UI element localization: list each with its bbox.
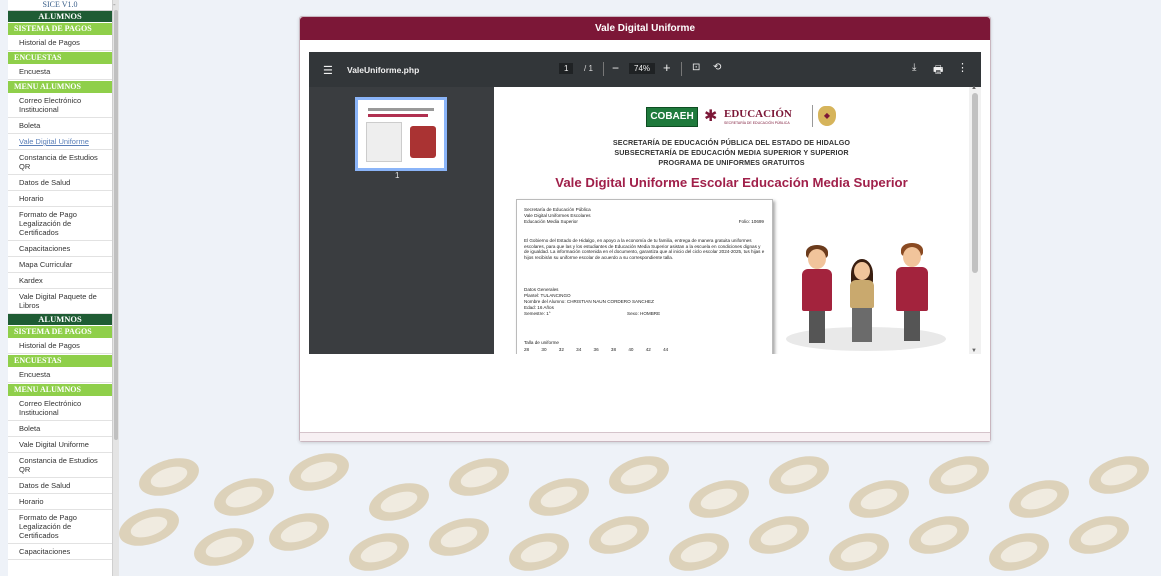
hidalgo-seal-icon: ◆ [818, 106, 836, 126]
voucher-line-3: Educación Media Superior [524, 219, 578, 224]
voucher-line-1: Secretaría de Educación Pública [524, 207, 591, 212]
sidebar-item-salud[interactable]: Datos de Salud [8, 175, 112, 191]
sidebar-item-vale-uniforme-2[interactable]: Vale Digital Uniforme [8, 437, 112, 453]
zoom-input[interactable]: 74% [629, 63, 656, 74]
scroll-up-icon[interactable]: ▲ [971, 85, 977, 91]
educacion-logo-subtext: SECRETARÍA DE EDUCACIÓN PÚBLICA [724, 121, 790, 125]
sidebar-section-encuestas[interactable]: ENCUESTAS [8, 51, 112, 64]
vale-panel: Vale Digital Uniforme ☰ ValeUniforme.php… [299, 16, 991, 442]
panel-footer [300, 432, 990, 441]
sidebar-section-menu-alumnos[interactable]: MENU ALUMNOS [8, 80, 112, 93]
sidebar-section-encuestas-2[interactable]: ENCUESTAS [8, 354, 112, 367]
voucher-talla-label: Talla de uniforme [524, 340, 559, 345]
doc-header-3: PROGRAMA DE UNIFORMES GRATUITOS [658, 158, 805, 167]
pdf-viewer: ☰ ValeUniforme.php 1 / 1 − 74% + ⊡ ⟲ ⤓ 🖶… [309, 52, 981, 354]
panel-title: Vale Digital Uniforme [300, 17, 990, 40]
rotate-icon[interactable]: ⟲ [713, 62, 721, 73]
sidebar-item-salud-2[interactable]: Datos de Salud [8, 478, 112, 494]
sidebar-header-alumnos: ALUMNOS [8, 11, 112, 22]
fit-page-icon[interactable]: ⊡ [692, 62, 700, 73]
zoom-in-icon[interactable]: + [663, 60, 671, 75]
sidebar-block-1: ALUMNOS SISTEMA DE PAGOS Historial de Pa… [8, 11, 112, 314]
sidebar-item-correo-2[interactable]: Correo Electrónico Institucional [8, 396, 112, 421]
page-number-input[interactable]: 1 [559, 63, 574, 74]
sidebar-item-capacitaciones[interactable]: Capacitaciones [8, 241, 112, 257]
sidebar: SICE V1.0 ALUMNOS SISTEMA DE PAGOS Histo… [8, 0, 113, 576]
sidebar-item-constancia-2[interactable]: Constancia de Estudios QR [8, 453, 112, 478]
doc-header-2: SUBSECRETARÍA DE EDUCACIÓN MEDIA SUPERIO… [614, 148, 849, 157]
sidebar-item-boleta-2[interactable]: Boleta [8, 421, 112, 437]
educacion-emblem-icon: ✱ [704, 108, 718, 125]
voucher-semestre: Semestre: 1° [524, 311, 551, 316]
print-icon[interactable]: 🖶 [933, 61, 943, 80]
voucher-tallas: 28 30 32 34 36 38 40 42 44 [524, 347, 669, 352]
sidebar-item-constancia[interactable]: Constancia de Estudios QR [8, 150, 112, 175]
page-total: / 1 [584, 64, 593, 73]
app-version: SICE V1.0 [8, 0, 112, 11]
educacion-logo: ✱ EDUCACIÓN SECRETARÍA DE EDUCACIÓN PÚBL… [704, 105, 824, 129]
educacion-logo-text: EDUCACIÓN [724, 108, 792, 120]
pdf-toolbar: ☰ ValeUniforme.php 1 / 1 − 74% + ⊡ ⟲ ⤓ 🖶… [309, 52, 981, 87]
frame-dash: - [113, 0, 116, 9]
sidebar-header-alumnos-2: ALUMNOS [8, 314, 112, 325]
sidebar-item-boleta[interactable]: Boleta [8, 118, 112, 134]
sidebar-item-encuesta[interactable]: Encuesta [8, 64, 112, 80]
voucher-nombre: Nombre del Alumno: CHRISTIAN NAUN CORDER… [524, 299, 654, 304]
toolbar-divider [603, 62, 604, 76]
sidebar-item-historial-pagos[interactable]: Historial de Pagos [8, 35, 112, 51]
zoom-out-icon[interactable]: − [612, 61, 619, 75]
sidebar-item-horario[interactable]: Horario [8, 191, 112, 207]
voucher-folio: Folio: 10699 [738, 219, 764, 224]
sidebar-item-mapa[interactable]: Mapa Curricular [8, 257, 112, 273]
voucher-body: El Gobierno del Estado de Hidalgo, en ap… [524, 238, 765, 260]
more-vertical-icon[interactable]: ⋮ [957, 61, 968, 74]
voucher-general: Datos Generales [524, 287, 559, 292]
doc-header-1: SECRETARÍA DE EDUCACIÓN PÚBLICA DEL ESTA… [612, 138, 851, 147]
sidebar-item-formato-pago-2[interactable]: Formato de Pago Legalización de Certific… [8, 510, 112, 544]
sidebar-section-pagos-2[interactable]: SISTEMA DE PAGOS [8, 325, 112, 338]
download-icon[interactable]: ⤓ [912, 62, 916, 73]
sidebar-item-kardex[interactable]: Kardex [8, 273, 112, 289]
sidebar-item-correo[interactable]: Correo Electrónico Institucional [8, 93, 112, 118]
sidebar-section-pagos[interactable]: SISTEMA DE PAGOS [8, 22, 112, 35]
pdf-filename: ValeUniforme.php [347, 65, 420, 75]
logo-divider [812, 105, 813, 127]
thumbnail-sidebar: 1 [309, 87, 494, 354]
sidebar-item-capacitaciones-2[interactable]: Capacitaciones [8, 544, 112, 560]
scroll-down-icon[interactable]: ▼ [971, 348, 977, 354]
sidebar-item-formato-pago[interactable]: Formato de Pago Legalización de Certific… [8, 207, 112, 241]
sidebar-section-menu-alumnos-2[interactable]: MENU ALUMNOS [8, 383, 112, 396]
sidebar-item-historial-pagos-2[interactable]: Historial de Pagos [8, 338, 112, 354]
voucher-sexo: Sexo: HOMBRE [627, 311, 661, 316]
sidebar-block-2: ALUMNOS SISTEMA DE PAGOS Historial de Pa… [8, 314, 112, 560]
voucher-plantel: Plantel: TULANCINGO [524, 293, 571, 298]
voucher-edad: Edad: 16 Años [524, 305, 554, 310]
menu-icon[interactable]: ☰ [323, 64, 333, 77]
pdf-scrollbar-thumb[interactable] [972, 93, 978, 273]
thumbnail-page-number: 1 [395, 171, 400, 180]
pdf-scrollbar[interactable]: ▲ ▼ [969, 85, 981, 354]
sidebar-scrollbar-thumb[interactable] [114, 10, 118, 440]
background-paw-pattern [118, 440, 1161, 576]
cobaeh-logo: COBAEH [646, 107, 698, 127]
sidebar-item-horario-2[interactable]: Horario [8, 494, 112, 510]
sidebar-item-encuesta-2[interactable]: Encuesta [8, 367, 112, 383]
toolbar-divider [681, 62, 682, 76]
voucher-line-2: Vale Digital Uniformes Escolares [524, 213, 591, 218]
doc-main-title: Vale Digital Uniforme Escolar Educación … [555, 175, 908, 190]
sidebar-item-vale-libros[interactable]: Vale Digital Paquete de Libros [8, 289, 112, 314]
pdf-page: COBAEH ✱ EDUCACIÓN SECRETARÍA DE EDUCACI… [494, 87, 969, 354]
voucher-card: Secretaría de Educación Pública Vale Dig… [516, 199, 773, 354]
sidebar-item-vale-uniforme[interactable]: Vale Digital Uniforme [8, 134, 112, 150]
page-thumbnail[interactable] [355, 97, 447, 171]
